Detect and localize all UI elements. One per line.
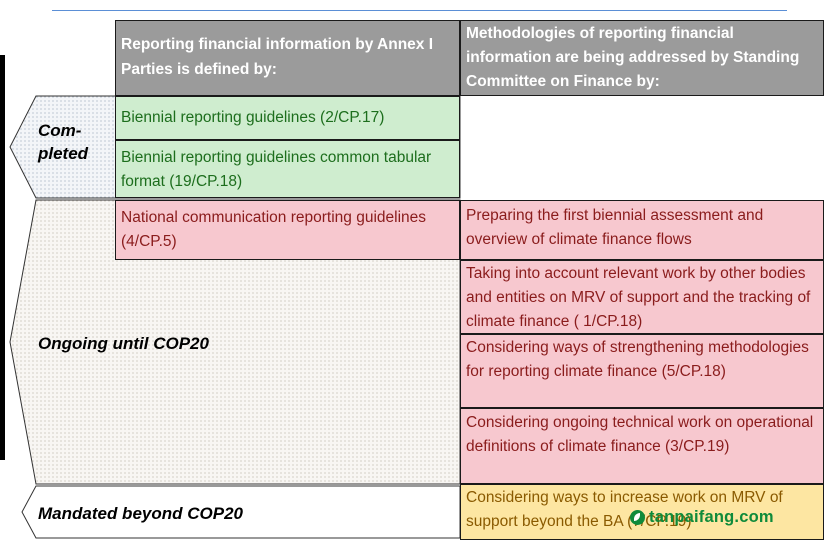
ongoing-label: Ongoing until COP20: [38, 334, 209, 353]
left-cell-common-tabular-format: Biennial reporting guidelines common tab…: [115, 140, 460, 198]
beyond-label: Mandated beyond COP20: [38, 504, 243, 523]
right-cell-strengthening-methodologies: Considering ways of strengthening method…: [460, 334, 824, 408]
right-cell-mrv-support: Taking into account relevant work by oth…: [460, 260, 824, 334]
left-cell-national-communication: National communication reporting guideli…: [115, 200, 460, 260]
header-left: Reporting financial information by Annex…: [115, 20, 460, 96]
leaf-logo-icon: [630, 510, 645, 525]
right-cell-biennial-assessment: Preparing the first biennial assessment …: [460, 200, 824, 260]
watermark: tanpaifang.com: [630, 508, 774, 527]
header-right: Methodologies of reporting financial inf…: [460, 20, 824, 96]
completed-label-line2: pleted: [38, 143, 89, 163]
completed-label-line1: Com-: [38, 121, 82, 140]
completed-label: Com- pleted: [38, 120, 88, 166]
right-cell-operational-definitions: Considering ongoing technical work on op…: [460, 408, 824, 484]
watermark-text: tanpaifang.com: [649, 508, 774, 526]
left-cell-biennial-guidelines: Biennial reporting guidelines (2/CP.17): [115, 96, 460, 140]
